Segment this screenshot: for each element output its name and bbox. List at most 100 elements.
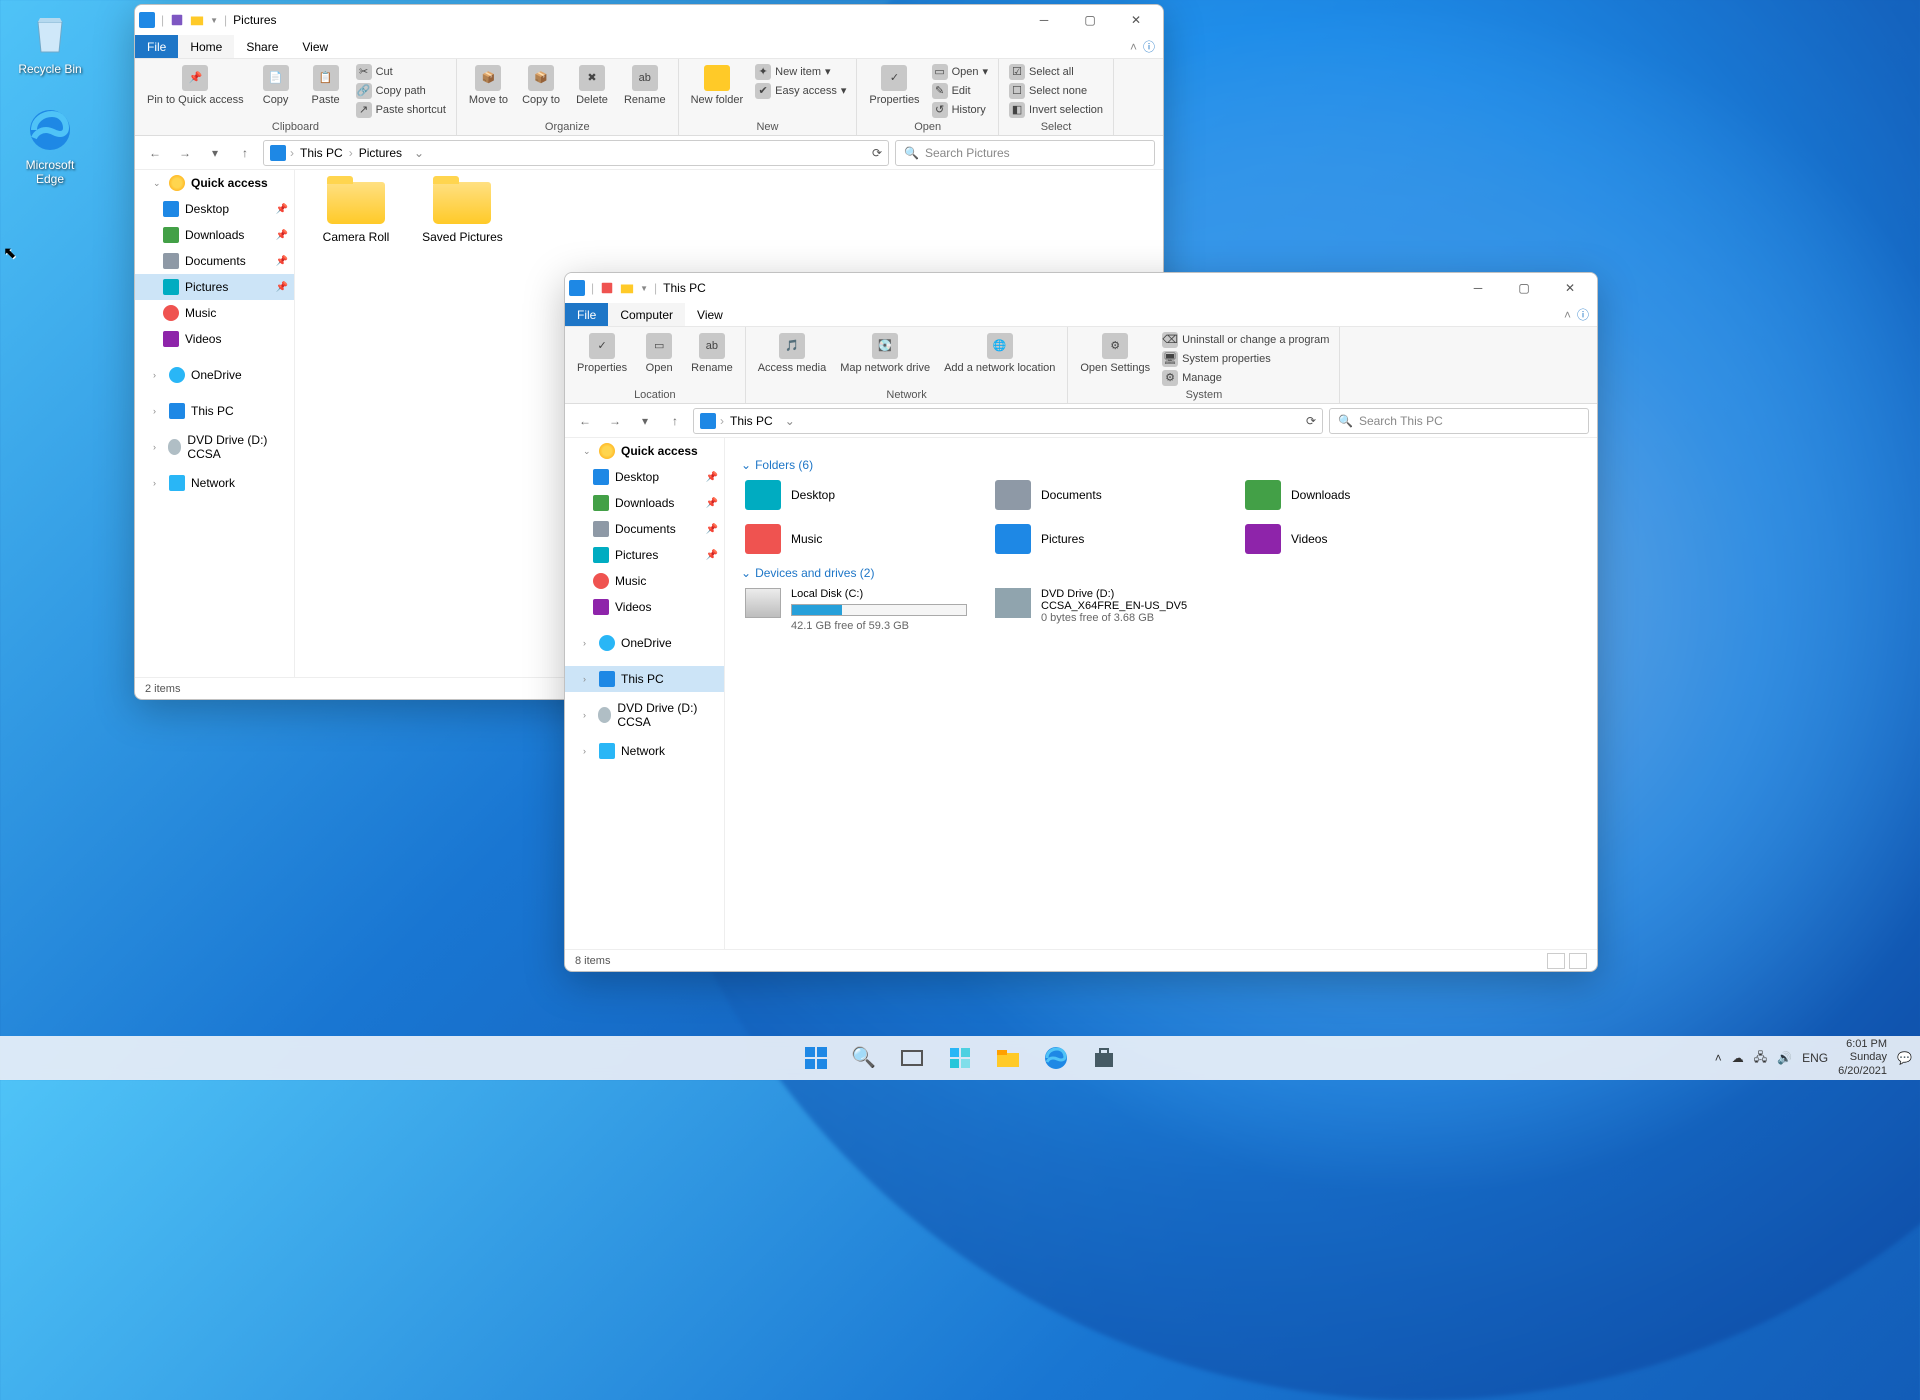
breadcrumb[interactable]: This PC — [728, 414, 775, 428]
section-folders[interactable]: ⌄Folders (6) — [741, 454, 1581, 476]
nav-videos[interactable]: Videos — [135, 326, 294, 352]
nav-desktop[interactable]: Desktop📌 — [135, 196, 294, 222]
task-view-button[interactable] — [893, 1039, 931, 1077]
collapse-ribbon-icon[interactable]: ˄ — [1130, 40, 1137, 54]
volume-tray-icon[interactable]: 🔊 — [1777, 1051, 1792, 1065]
tab-view[interactable]: View — [290, 35, 340, 58]
move-to-button[interactable]: 📦Move to — [465, 63, 512, 109]
back-button[interactable]: ← — [573, 409, 597, 433]
nav-documents[interactable]: Documents📌 — [135, 248, 294, 274]
desktop-icon-recycle-bin[interactable]: Recycle Bin — [10, 10, 90, 76]
easy-access-button[interactable]: ✔Easy access ▾ — [753, 82, 848, 100]
thumbnails-view-button[interactable] — [1569, 953, 1587, 969]
tab-file[interactable]: File — [565, 303, 608, 326]
drive-d[interactable]: DVD Drive (D:) CCSA_X64FRE_EN-US_DV5 0 b… — [991, 584, 1221, 636]
folder-pictures[interactable]: Pictures — [991, 520, 1221, 558]
tab-file[interactable]: File — [135, 35, 178, 58]
tab-computer[interactable]: Computer — [608, 303, 685, 326]
invert-selection-button[interactable]: ◧Invert selection — [1007, 101, 1105, 119]
edge-button[interactable] — [1037, 1039, 1075, 1077]
titlebar[interactable]: | ▼ | This PC ─ ▢ ✕ — [565, 273, 1597, 303]
folder-documents[interactable]: Documents — [991, 476, 1221, 514]
help-icon[interactable]: ⓘ — [1143, 38, 1155, 55]
history-button[interactable]: ↺History — [930, 101, 990, 119]
nav-music[interactable]: Music — [565, 568, 724, 594]
widgets-button[interactable] — [941, 1039, 979, 1077]
delete-button[interactable]: ✖Delete — [570, 63, 614, 109]
nav-music[interactable]: Music — [135, 300, 294, 326]
nav-downloads[interactable]: Downloads📌 — [565, 490, 724, 516]
nav-this-pc[interactable]: ›This PC — [565, 666, 724, 692]
edit-button[interactable]: ✎Edit — [930, 82, 990, 100]
store-button[interactable] — [1085, 1039, 1123, 1077]
search-input[interactable]: 🔍 Search This PC — [1329, 408, 1589, 434]
clock[interactable]: 6:01 PM Sunday 6/20/2021 — [1838, 1038, 1887, 1078]
nav-videos[interactable]: Videos — [565, 594, 724, 620]
folder-camera-roll[interactable]: Camera Roll — [311, 182, 401, 244]
address-bar[interactable]: › This PC › Pictures ⌄ ⟳ — [263, 140, 889, 166]
nav-desktop[interactable]: Desktop📌 — [565, 464, 724, 490]
start-button[interactable] — [797, 1039, 835, 1077]
minimize-button[interactable]: ─ — [1455, 273, 1501, 303]
folder-qat-icon[interactable] — [190, 13, 204, 27]
nav-onedrive[interactable]: ›OneDrive — [135, 362, 294, 388]
address-bar[interactable]: › This PC ⌄ ⟳ — [693, 408, 1323, 434]
folder-music[interactable]: Music — [741, 520, 971, 558]
breadcrumb[interactable]: Pictures — [357, 146, 404, 160]
tab-view[interactable]: View — [685, 303, 735, 326]
nav-network[interactable]: ›Network — [135, 470, 294, 496]
paste-button[interactable]: 📋Paste — [304, 63, 348, 109]
nav-pictures[interactable]: Pictures📌 — [565, 542, 724, 568]
access-media-button[interactable]: 🎵Access media — [754, 331, 830, 377]
new-item-button[interactable]: ✦New item ▾ — [753, 63, 848, 81]
maximize-button[interactable]: ▢ — [1501, 273, 1547, 303]
rename-button[interactable]: abRename — [687, 331, 737, 377]
refresh-button[interactable]: ⟳ — [1306, 414, 1316, 428]
nav-downloads[interactable]: Downloads📌 — [135, 222, 294, 248]
address-dropdown-icon[interactable]: ⌄ — [414, 146, 424, 160]
help-icon[interactable]: ⓘ — [1577, 306, 1589, 323]
system-properties-button[interactable]: 🖥System properties — [1160, 350, 1331, 368]
language-indicator[interactable]: ENG — [1802, 1051, 1828, 1065]
add-network-location-button[interactable]: 🌐Add a network location — [940, 331, 1059, 377]
map-drive-button[interactable]: 💽Map network drive — [836, 331, 934, 377]
properties-qat-icon[interactable] — [600, 281, 614, 295]
titlebar[interactable]: | ▼ | Pictures ─ ▢ ✕ — [135, 5, 1163, 35]
onedrive-tray-icon[interactable]: ☁ — [1732, 1051, 1744, 1065]
recent-dropdown[interactable]: ▾ — [633, 409, 657, 433]
cut-button[interactable]: ✂Cut — [354, 63, 448, 81]
back-button[interactable]: ← — [143, 141, 167, 165]
action-center-button[interactable]: 💬 — [1897, 1051, 1912, 1065]
maximize-button[interactable]: ▢ — [1067, 5, 1113, 35]
forward-button[interactable]: → — [603, 409, 627, 433]
drive-c[interactable]: Local Disk (C:) 42.1 GB free of 59.3 GB — [741, 584, 971, 636]
tab-home[interactable]: Home — [178, 35, 234, 58]
folder-qat-icon[interactable] — [620, 281, 634, 295]
address-dropdown-icon[interactable]: ⌄ — [785, 414, 795, 428]
pin-to-quick-access-button[interactable]: 📌Pin to Quick access — [143, 63, 248, 109]
collapse-ribbon-icon[interactable]: ˄ — [1564, 308, 1571, 322]
nav-this-pc[interactable]: ›This PC — [135, 398, 294, 424]
up-button[interactable]: ↑ — [663, 409, 687, 433]
details-view-button[interactable] — [1547, 953, 1565, 969]
open-button[interactable]: ▭Open ▾ — [930, 63, 990, 81]
nav-dvd[interactable]: ›DVD Drive (D:) CCSA — [135, 434, 294, 460]
properties-button[interactable]: ✓Properties — [865, 63, 923, 109]
copy-path-button[interactable]: 🔗Copy path — [354, 82, 448, 100]
tab-share[interactable]: Share — [234, 35, 290, 58]
select-all-button[interactable]: ☑Select all — [1007, 63, 1105, 81]
manage-button[interactable]: ⚙Manage — [1160, 369, 1331, 387]
search-button[interactable]: 🔍 — [845, 1039, 883, 1077]
folder-videos[interactable]: Videos — [1241, 520, 1471, 558]
folder-downloads[interactable]: Downloads — [1241, 476, 1471, 514]
copy-button[interactable]: 📄Copy — [254, 63, 298, 109]
save-icon[interactable] — [170, 13, 184, 27]
close-button[interactable]: ✕ — [1547, 273, 1593, 303]
nav-network[interactable]: ›Network — [565, 738, 724, 764]
folder-desktop[interactable]: Desktop — [741, 476, 971, 514]
open-settings-button[interactable]: ⚙Open Settings — [1076, 331, 1154, 377]
qat-dropdown-icon[interactable]: ▼ — [210, 16, 218, 25]
breadcrumb[interactable]: This PC — [298, 146, 345, 160]
content-pane[interactable]: ⌄Folders (6) Desktop Documents Downloads… — [725, 438, 1597, 949]
close-button[interactable]: ✕ — [1113, 5, 1159, 35]
